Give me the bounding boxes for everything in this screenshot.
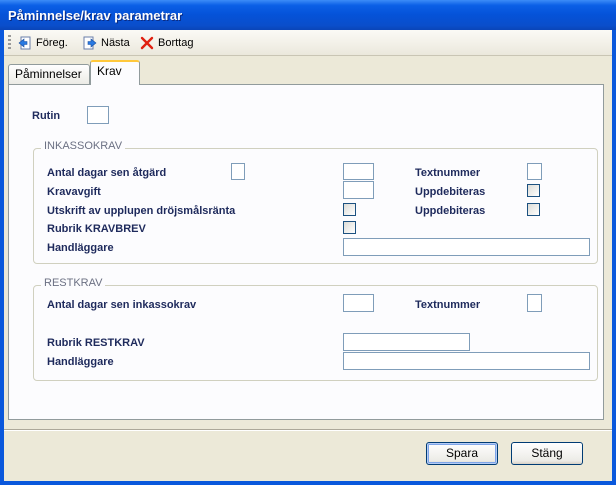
dialog-window: Påminnelse/krav parametrar Föreg. Nästa [0, 0, 616, 485]
restkrav-textnummer-label: Textnummer [415, 299, 481, 311]
toolbar-grip[interactable] [8, 35, 11, 50]
rubrik-kravbrev-label: Rubrik KRAVBREV [47, 223, 146, 235]
next-record-icon [83, 36, 97, 49]
window-title: Påminnelse/krav parametrar [8, 8, 183, 23]
rutin-field[interactable] [87, 106, 109, 124]
tab-krav[interactable]: Krav [90, 60, 140, 85]
textnummer-label: Textnummer [415, 167, 481, 179]
close-button[interactable]: Stäng [511, 442, 583, 465]
antal-dagar-label: Antal dagar sen åtgärd [47, 167, 167, 179]
antal-dagar-small-field[interactable] [231, 163, 245, 180]
uppdebiteras-checkbox-1[interactable] [527, 184, 540, 197]
restkrav-antal-dagar-label: Antal dagar sen inkassokrav [47, 299, 197, 311]
title-bar[interactable]: Påminnelse/krav parametrar [0, 0, 616, 30]
rubrik-kravbrev-checkbox[interactable] [343, 221, 356, 234]
restkrav-antal-dagar-field[interactable] [343, 294, 374, 312]
textnummer-field[interactable] [527, 163, 542, 180]
restkrav-handlaggare-label: Handläggare [47, 356, 114, 368]
restkrav-handlaggare-field[interactable] [343, 352, 590, 370]
uppdebiteras-label-2: Uppdebiteras [415, 205, 486, 217]
uppdebiteras-label-1: Uppdebiteras [415, 186, 486, 198]
dialog-client: Föreg. Nästa Borttag Påminnelser Krav Ru… [4, 30, 612, 481]
next-label: Nästa [101, 36, 130, 49]
tab-strip: Påminnelser Krav [8, 60, 608, 85]
previous-record-icon [18, 36, 31, 49]
footer-divider-light [4, 430, 612, 431]
rubrik-restkrav-label: Rubrik RESTKRAV [47, 337, 145, 349]
delete-icon [140, 36, 154, 49]
next-button[interactable]: Nästa [83, 33, 130, 52]
prev-label: Föreg. [36, 36, 68, 49]
kravavgift-field[interactable] [343, 181, 374, 199]
handlaggare-label: Handläggare [47, 242, 114, 254]
prev-button[interactable]: Föreg. [18, 33, 68, 52]
uppdebiteras-checkbox-2[interactable] [527, 203, 540, 216]
restkrav-textnummer-field[interactable] [527, 294, 542, 312]
rutin-label: Rutin [32, 110, 61, 122]
kravavgift-label: Kravavgift [47, 186, 101, 198]
tab-panel-krav: Rutin INKASSOKRAV Antal dagar sen åtgärd… [8, 84, 604, 420]
tab-paminnelser[interactable]: Påminnelser [8, 64, 90, 84]
inkassokrav-title: INKASSOKRAV [41, 140, 126, 152]
utskrift-label: Utskrift av upplupen dröjsmålsränta [47, 205, 236, 217]
handlaggare-field[interactable] [343, 238, 590, 256]
rubrik-restkrav-field[interactable] [343, 333, 470, 351]
restkrav-title: RESTKRAV [41, 277, 106, 289]
utskrift-checkbox[interactable] [343, 203, 356, 216]
delete-label: Borttag [158, 36, 194, 49]
toolbar: Föreg. Nästa Borttag [4, 30, 612, 56]
delete-button[interactable]: Borttag [140, 33, 193, 52]
save-button[interactable]: Spara [426, 442, 498, 465]
antal-dagar-field[interactable] [343, 163, 374, 180]
